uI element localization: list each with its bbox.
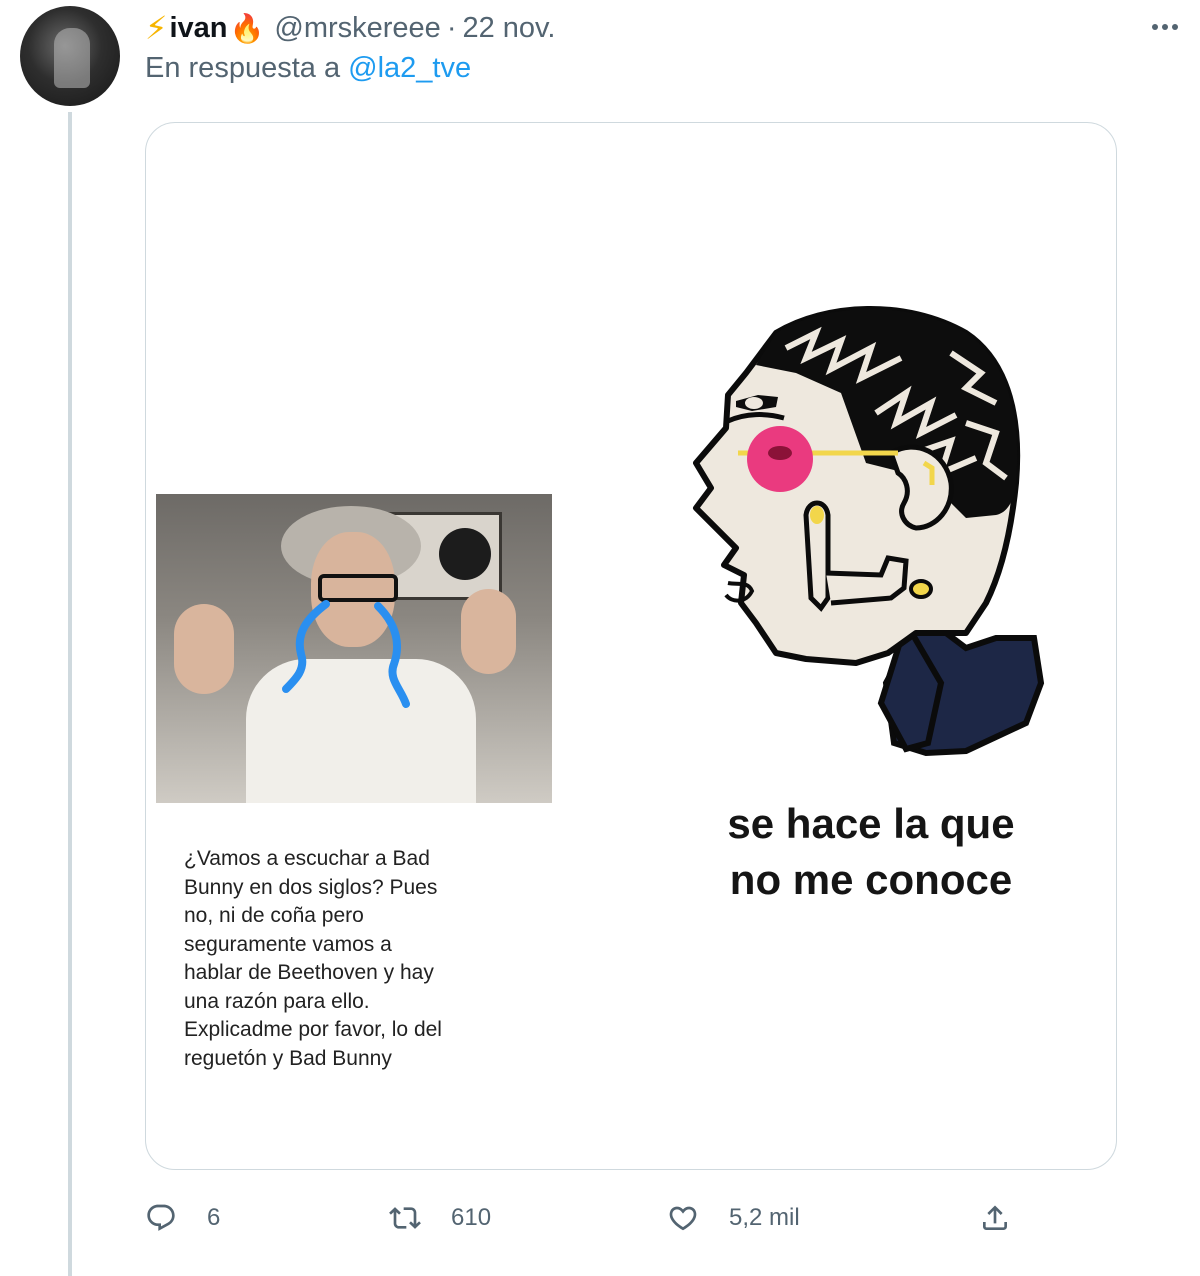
more-horizontal-icon [1172, 24, 1178, 30]
avatar-figure [54, 28, 90, 88]
meme-caption-line-2: no me conoce [729, 856, 1013, 903]
retweet-count: 610 [451, 1204, 492, 1231]
like-count: 5,2 mil [729, 1204, 800, 1231]
tweet-header: ⚡ ivan 🔥 @mrskereee · 22 nov. [145, 6, 555, 50]
reply-button[interactable]: 6 [145, 1196, 220, 1240]
avatar[interactable] [20, 6, 120, 106]
meme-caption-line-1: se hace la que [727, 800, 1015, 847]
tweet-date[interactable]: 22 nov. [462, 12, 555, 45]
retweet-icon [389, 1207, 421, 1229]
tweet[interactable]: ⚡ ivan 🔥 @mrskereee · 22 nov. En respues… [0, 0, 1200, 1276]
author-handle[interactable]: @mrskereee [274, 12, 440, 45]
thread-line [68, 112, 72, 1276]
more-horizontal-icon [1162, 24, 1168, 30]
reply-context: En respuesta a @la2_tve [145, 52, 471, 85]
like-button[interactable]: 5,2 mil [667, 1196, 800, 1240]
more-options-button[interactable] [1145, 12, 1185, 42]
heart-icon [669, 1206, 697, 1231]
retweet-button[interactable]: 610 [389, 1196, 491, 1240]
left-caption: ¿Vamos a escuchar a Bad Bunny en dos sig… [184, 847, 442, 1070]
lightning-emoji-icon: ⚡ [145, 10, 168, 46]
chad-meme-drawing [693, 306, 1045, 757]
tears-drawing [282, 600, 410, 708]
reply-mention-link[interactable]: @la2_tve [348, 52, 471, 84]
reply-prefix: En respuesta a [145, 52, 341, 84]
header-separator: · [446, 11, 457, 44]
tweet-media-image[interactable]: ¿Vamos a escuchar a Bad Bunny en dos sig… [145, 122, 1117, 1170]
reply-icon [147, 1204, 175, 1231]
reply-count: 6 [207, 1204, 221, 1231]
crying-man-photo [156, 494, 552, 803]
fire-emoji-icon: 🔥 [229, 12, 265, 44]
meme-caption: se hace la que no me conoce [686, 796, 1056, 908]
share-button[interactable] [979, 1196, 1011, 1240]
author-name[interactable]: ivan [169, 12, 227, 45]
share-icon [983, 1205, 1007, 1230]
more-horizontal-icon [1152, 24, 1158, 30]
tweet-actions: 6 610 5,2 mil [145, 1196, 1025, 1240]
